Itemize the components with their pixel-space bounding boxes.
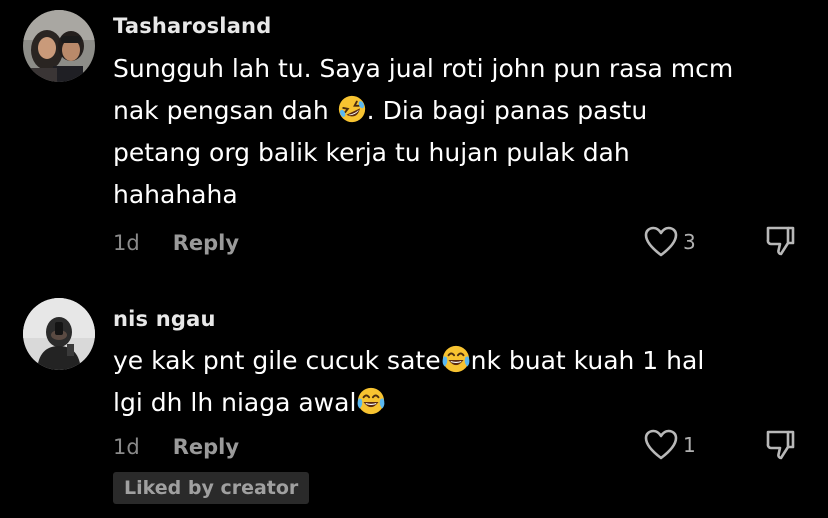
rolling-on-floor-laughing-emoji (337, 94, 367, 124)
thumbs-down-icon (766, 226, 795, 256)
like-button[interactable]: 3 (643, 225, 696, 259)
comment-meta: 1d Reply (113, 432, 239, 462)
like-count: 1 (683, 433, 696, 457)
avatar[interactable] (23, 10, 95, 82)
like-count: 3 (683, 230, 696, 254)
face-with-tears-of-joy-emoji (356, 386, 386, 416)
username[interactable]: Tasharosland (113, 14, 271, 38)
timestamp: 1d (113, 231, 140, 255)
dislike-button[interactable] (762, 223, 798, 259)
timestamp: 1d (113, 435, 140, 459)
liked-by-creator-badge: Liked by creator (113, 472, 310, 504)
comment-text-part: ye kak pnt gile cucuk sate (113, 346, 441, 375)
avatar[interactable] (23, 298, 95, 370)
dislike-button[interactable] (762, 427, 798, 463)
thumbs-down-icon (766, 430, 795, 460)
heart-icon (644, 226, 678, 257)
comment-meta: 1d Reply (113, 228, 239, 258)
username[interactable]: nis ngau (113, 307, 216, 331)
face-with-tears-of-joy-emoji (441, 344, 471, 374)
comment-text: ye kak pnt gile cucuk sate nk buat kuah 1… (113, 340, 813, 424)
like-button[interactable]: 1 (643, 428, 696, 462)
reply-button[interactable]: Reply (173, 435, 239, 459)
heart-icon (644, 429, 678, 460)
reply-button[interactable]: Reply (173, 231, 239, 255)
comment-text: Sungguh lah tu. Saya jual roti john pun … (113, 48, 813, 216)
